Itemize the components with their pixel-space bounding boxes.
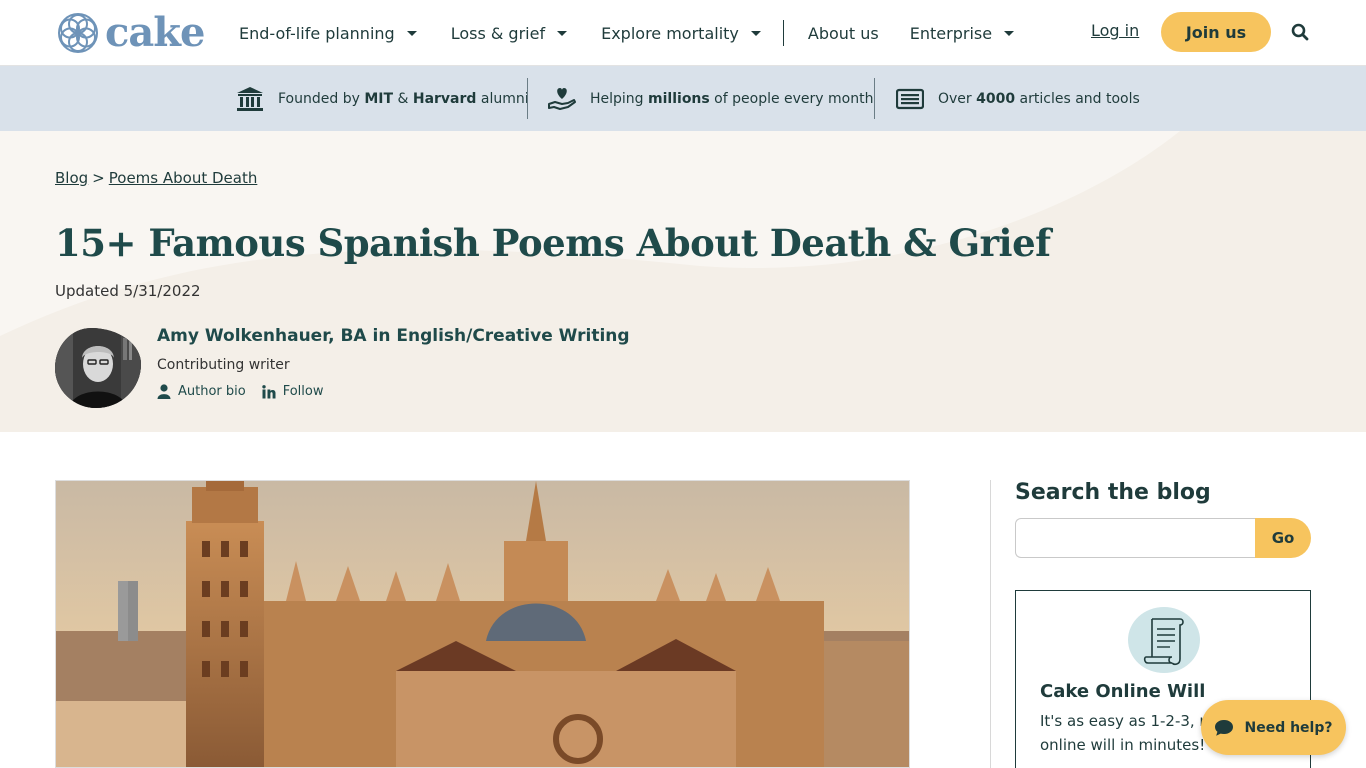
trust-item-founded: Founded by MIT & Harvard alumni xyxy=(236,66,529,131)
breadcrumb-separator: > xyxy=(92,169,105,187)
search-button[interactable] xyxy=(1291,23,1309,45)
nav-label: About us xyxy=(807,23,879,43)
caret-down-icon xyxy=(557,30,568,36)
trust-item-articles: Over 4000 articles and tools xyxy=(896,66,1140,131)
main-nav: End-of-life planning Loss & grief Explor… xyxy=(239,0,1015,66)
trust-text: Helping millions of people every month xyxy=(590,90,874,107)
linkedin-icon xyxy=(262,384,276,398)
author-links: Author bio Follow xyxy=(157,384,324,399)
nav-label: Loss & grief xyxy=(450,23,546,43)
heart-hand-icon xyxy=(548,87,576,110)
follow-linkedin-link[interactable]: Follow xyxy=(262,384,324,399)
scroll-document-icon xyxy=(1143,618,1184,665)
article-hero-image xyxy=(55,480,910,768)
author-bio-label: Author bio xyxy=(178,384,246,399)
cake-logo[interactable]: cake xyxy=(57,9,205,56)
trust-divider xyxy=(874,78,875,119)
need-help-chat-button[interactable]: Need help? xyxy=(1201,700,1346,755)
breadcrumb: Blog > Poems About Death xyxy=(55,169,257,187)
newspaper-icon xyxy=(896,88,924,109)
flower-logo-icon xyxy=(58,13,98,53)
caret-down-icon xyxy=(1004,30,1015,36)
promo-title: Cake Online Will xyxy=(1040,681,1206,702)
updated-date: Updated 5/31/2022 xyxy=(55,282,201,300)
nav-loss-grief[interactable]: Loss & grief xyxy=(450,23,568,43)
seville-cathedral-photo xyxy=(56,481,909,767)
trust-divider xyxy=(527,78,528,119)
trust-text: Over 4000 articles and tools xyxy=(938,90,1140,107)
caret-down-icon xyxy=(406,30,417,36)
nav-explore-mortality[interactable]: Explore mortality xyxy=(601,24,761,43)
nav-enterprise[interactable]: Enterprise xyxy=(909,23,1015,43)
blog-search-go-button[interactable]: Go xyxy=(1255,518,1311,558)
site-header: cake End-of-life planning Loss & grief E… xyxy=(0,0,1366,66)
sidebar-divider xyxy=(990,480,991,768)
breadcrumb-blog[interactable]: Blog xyxy=(55,169,88,187)
caret-down-icon xyxy=(750,30,761,36)
author-bio-link[interactable]: Author bio xyxy=(157,384,246,399)
article-hero: Blog > Poems About Death 15+ Famous Span… xyxy=(0,131,1366,432)
chat-bubble-icon xyxy=(1215,719,1234,736)
trust-text: Founded by MIT & Harvard alumni xyxy=(278,90,529,107)
nav-label: Enterprise xyxy=(909,23,993,43)
follow-label: Follow xyxy=(282,384,324,399)
author-role: Contributing writer xyxy=(157,357,290,373)
nav-end-of-life-planning[interactable]: End-of-life planning xyxy=(239,24,417,43)
page-title: 15+ Famous Spanish Poems About Death & G… xyxy=(55,221,1051,265)
promo-text: It's as easy as 1-2-3, n online will in … xyxy=(1040,712,1209,754)
user-icon xyxy=(157,384,171,399)
join-us-button[interactable]: Join us xyxy=(1161,12,1271,52)
nav-about-us[interactable]: About us xyxy=(808,24,879,43)
nav-label: End-of-life planning xyxy=(239,23,395,43)
login-link[interactable]: Log in xyxy=(1091,21,1139,40)
trust-item-helping: Helping millions of people every month xyxy=(548,66,873,131)
trust-bar: Founded by MIT & Harvard alumni Helping … xyxy=(0,66,1366,131)
nav-divider xyxy=(782,20,784,46)
search-blog-title: Search the blog xyxy=(1015,480,1211,505)
promo-icon-circle xyxy=(1128,607,1200,673)
blog-search-input[interactable] xyxy=(1015,518,1257,558)
need-help-label: Need help? xyxy=(1244,719,1333,736)
institution-icon xyxy=(237,86,263,111)
breadcrumb-poems-about-death[interactable]: Poems About Death xyxy=(109,169,258,187)
logo-text: cake xyxy=(105,9,205,56)
author-name[interactable]: Amy Wolkenhauer, BA in English/Creative … xyxy=(157,326,630,346)
search-icon xyxy=(1291,23,1309,41)
nav-label: Explore mortality xyxy=(601,23,739,43)
